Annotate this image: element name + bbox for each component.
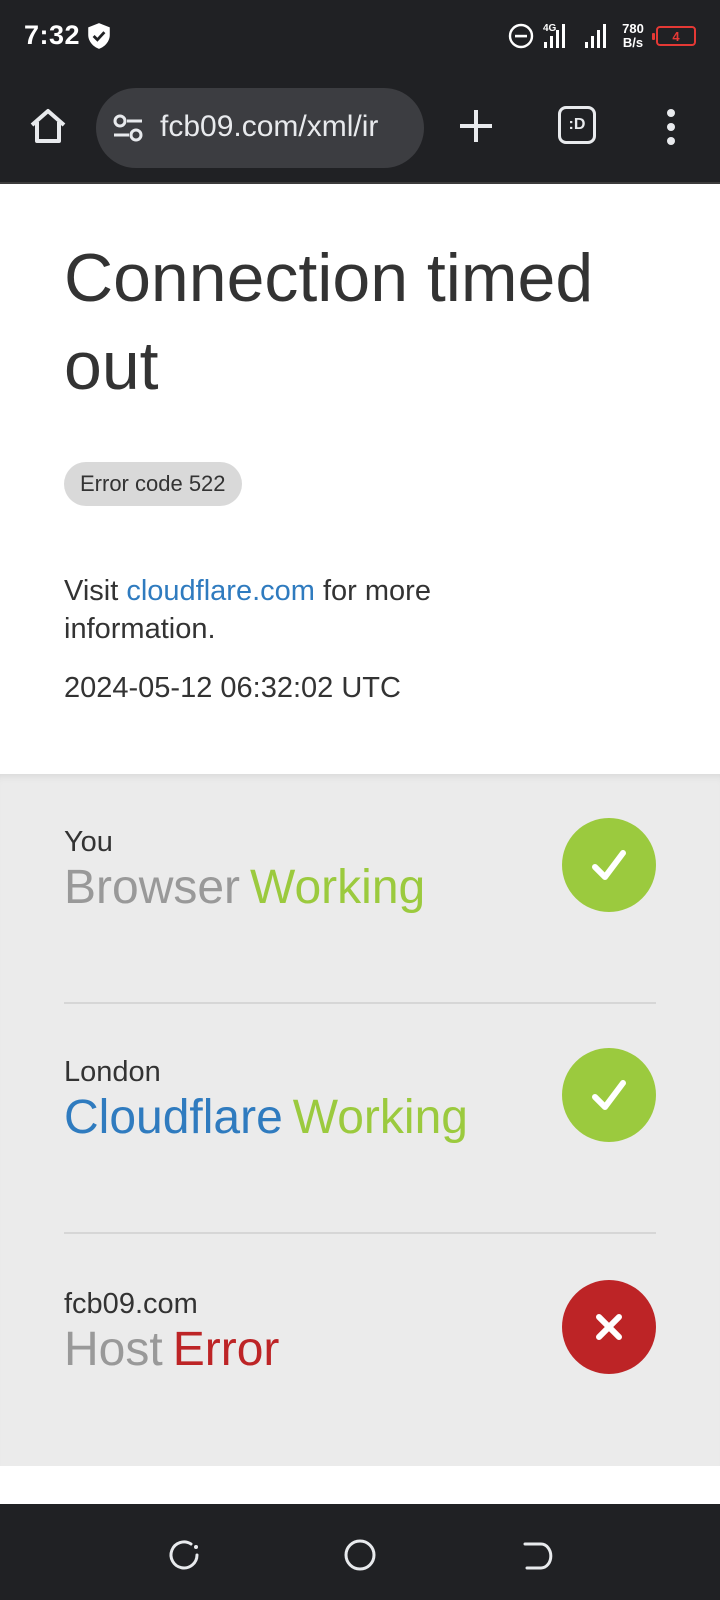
- row-status: Working: [292, 1091, 468, 1144]
- row-location: You: [64, 826, 113, 858]
- row-line: Host Error: [64, 1322, 279, 1377]
- status-panel: You Browser Working London Cloudflare Work…: [0, 774, 720, 1466]
- status-indicators: 4G 780 B/s 4: [508, 18, 696, 54]
- row-location: London: [64, 1056, 161, 1088]
- status-time: 7:32: [24, 20, 81, 50]
- info-prefix: Visit: [64, 575, 119, 607]
- navigation-bar: [0, 1504, 720, 1600]
- battery-icon: 4: [652, 26, 696, 46]
- row-line: Cloudflare Working: [64, 1090, 468, 1145]
- row-divider: [64, 1002, 656, 1004]
- check-icon: [592, 1080, 626, 1110]
- timestamp: 2024-05-12 06:32:02 UTC: [64, 672, 401, 704]
- row-line: Browser Working: [64, 860, 425, 915]
- row-status: Working: [250, 861, 426, 914]
- row-name: Cloudflare: [64, 1091, 283, 1144]
- status-bar: 7:32 4G 780 B/s 4: [0, 0, 720, 72]
- home-circle-icon[interactable]: [343, 1538, 377, 1572]
- error-code-badge: Error code 522: [64, 462, 242, 506]
- row-name: Browser: [64, 861, 241, 914]
- check-icon: [592, 850, 626, 880]
- browser-toolbar: fcb09.com/xml/ir :D: [0, 72, 720, 184]
- cross-icon: [596, 1314, 622, 1340]
- network-type-label: 4G: [543, 23, 557, 34]
- shield-icon: [88, 23, 110, 49]
- home-icon[interactable]: [26, 104, 70, 148]
- row-location: fcb09.com: [64, 1288, 198, 1320]
- speed-unit: B/s: [622, 35, 644, 50]
- battery-level: 4: [672, 28, 680, 44]
- site-settings-icon[interactable]: [112, 113, 144, 143]
- network-speed: 780 B/s: [618, 22, 648, 50]
- page-title: Connection timed out: [64, 240, 594, 404]
- recent-apps-icon[interactable]: [167, 1538, 201, 1572]
- do-not-disturb-icon: [508, 23, 534, 49]
- speed-value: 780: [622, 21, 644, 36]
- url-text[interactable]: fcb09.com/xml/ir: [160, 110, 424, 144]
- status-row-host: fcb09.com Host Error: [64, 1280, 656, 1510]
- cloudflare-link[interactable]: cloudflare.com: [126, 575, 315, 607]
- status-row-browser: You Browser Working: [64, 818, 656, 1048]
- status-ok-circle: [562, 818, 656, 912]
- signal-4g-icon: 4G: [543, 23, 565, 48]
- tab-count: :D: [568, 116, 586, 133]
- tab-switcher-icon[interactable]: :D: [558, 106, 596, 144]
- row-divider: [64, 1232, 656, 1234]
- new-tab-icon[interactable]: [456, 106, 496, 146]
- info-text: Visit cloudflare.com for more informatio…: [64, 572, 524, 648]
- row-name: Host: [64, 1323, 163, 1376]
- address-bar[interactable]: fcb09.com/xml/ir: [96, 88, 424, 168]
- back-icon[interactable]: [519, 1538, 553, 1572]
- more-menu-icon[interactable]: [664, 108, 678, 146]
- signal-icon: [585, 24, 606, 48]
- row-status: Error: [172, 1323, 280, 1376]
- status-ok-circle: [562, 1048, 656, 1142]
- status-row-cloudflare: London Cloudflare Working: [64, 1048, 656, 1278]
- status-error-circle: [562, 1280, 656, 1374]
